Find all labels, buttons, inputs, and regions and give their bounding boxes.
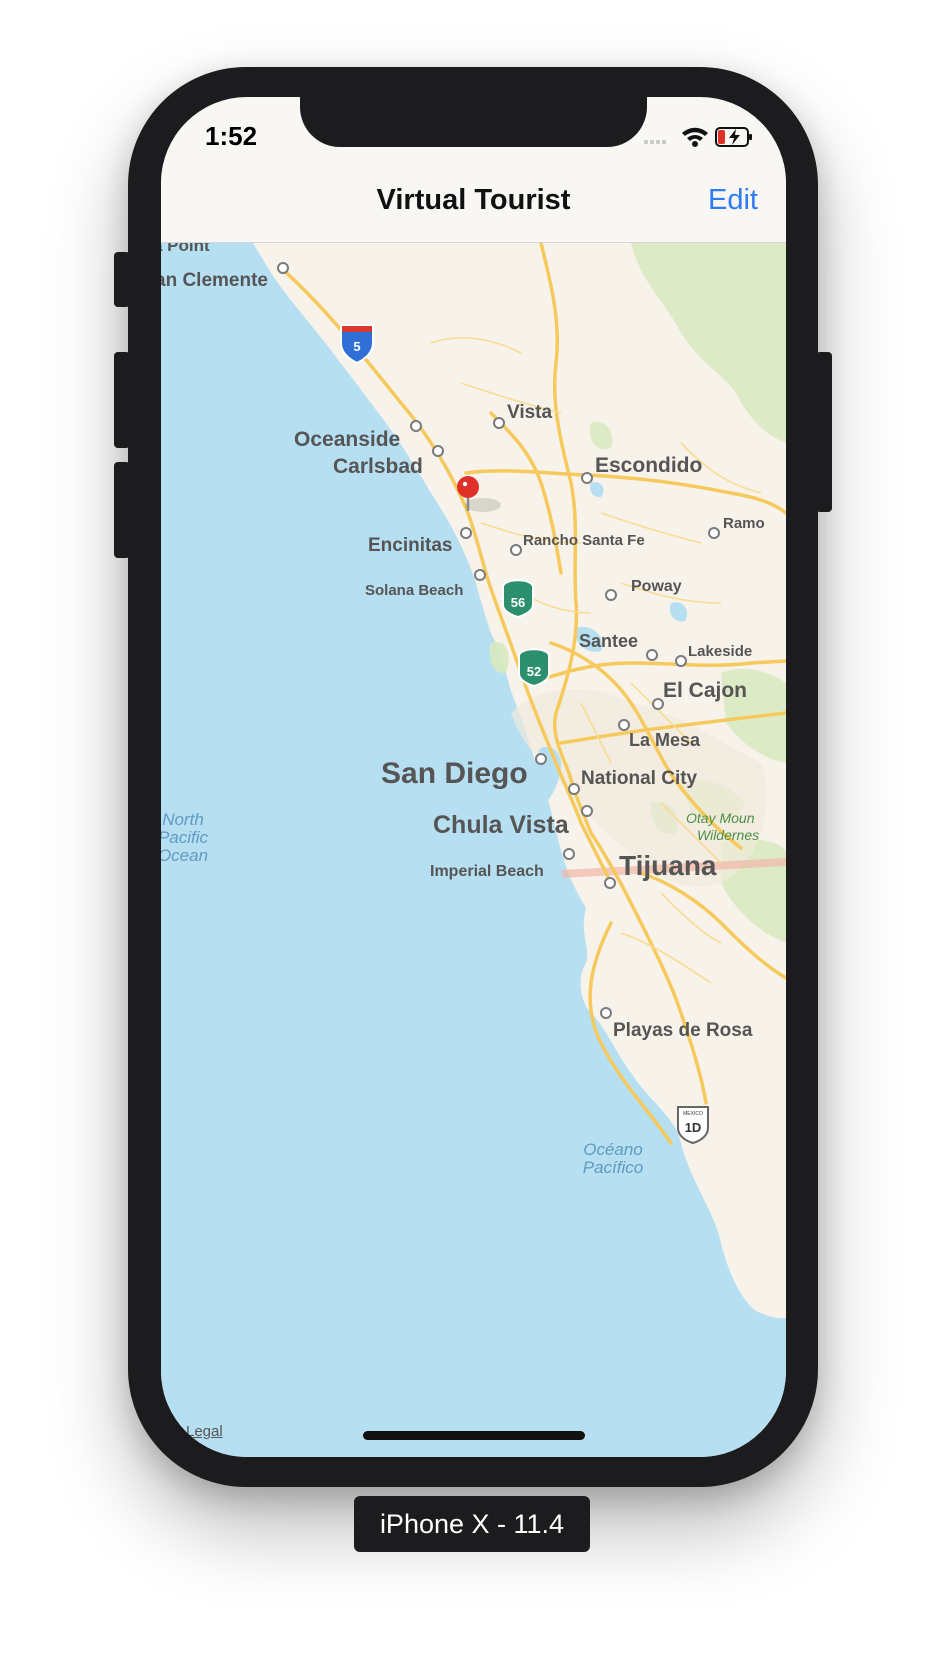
place-lakeside: Lakeside [688,643,752,660]
place-imperial-beach: Imperial Beach [430,863,544,880]
water-north-pacific-line3: Ocean [161,846,208,865]
sr-52-label: 52 [527,664,541,679]
volume-down-button [114,462,130,558]
sr-52-shield: 52 [518,648,550,688]
water-north-pacific-line1: North [162,810,204,829]
interstate-5-label: 5 [353,339,360,354]
power-button [816,352,832,512]
place-san-clemente: an Clemente [161,270,268,291]
sr-56-label: 56 [511,595,525,610]
place-solana-beach: Solana Beach [365,582,463,599]
place-el-cajon: El Cajon [663,679,747,702]
place-vista: Vista [507,402,553,423]
mexico-1d-shield: MEXICO 1D [677,1106,709,1145]
sr-56-shield: 56 [502,579,534,619]
place-carlsbad: Carlsbad [333,455,423,478]
volume-up-button [114,352,130,448]
map-view[interactable]: 5 56 52 MEXICO 1D a Point an Clemente Vi… [161,243,786,1457]
mute-switch [114,252,130,307]
place-ramona: Ramo [723,515,765,532]
place-oceanside: Oceanside [294,428,400,451]
mexico-1d-tag: MEXICO [683,1111,703,1117]
simulator-device-label: iPhone X - 11.4 [354,1496,590,1552]
sensor-notch [300,97,647,147]
status-time: 1:52 [205,121,258,151]
status-icons [644,127,752,147]
water-oceano-line1: Océano [583,1140,643,1159]
nav-title: Virtual Tourist [376,184,571,216]
place-tijuana: Tijuana [619,850,717,881]
place-santee: Santee [579,631,638,651]
place-escondido: Escondido [595,454,702,477]
home-indicator[interactable] [363,1431,585,1440]
place-poway: Poway [631,578,682,595]
wifi-icon [682,127,708,147]
place-national-city: National City [581,768,698,789]
legal-link[interactable]: Legal [186,1423,223,1440]
mexico-1d-label: 1D [685,1120,702,1135]
place-point: a Point [161,243,210,255]
place-encinitas: Encinitas [368,535,452,556]
navigation-bar: Virtual Tourist Edit [161,162,786,243]
place-san-diego: San Diego [381,757,528,790]
phone-screen: 5 56 52 MEXICO 1D a Point an Clemente Vi… [161,97,786,1457]
place-rancho-santa-fe: Rancho Santa Fe [523,532,645,549]
water-oceano-line2: Pacífico [583,1158,643,1177]
place-playas-de-rosarito: Playas de Rosa [613,1020,753,1041]
park-otay-line1: Otay Moun [686,810,755,826]
edit-button[interactable]: Edit [708,184,758,217]
park-otay-line2: Wildernes [697,827,759,843]
place-la-mesa: La Mesa [629,730,701,750]
water-north-pacific-line2: Pacific [161,828,209,847]
place-chula-vista: Chula Vista [433,811,570,839]
battery-charging-icon [715,127,752,147]
signal-icon [644,140,666,144]
